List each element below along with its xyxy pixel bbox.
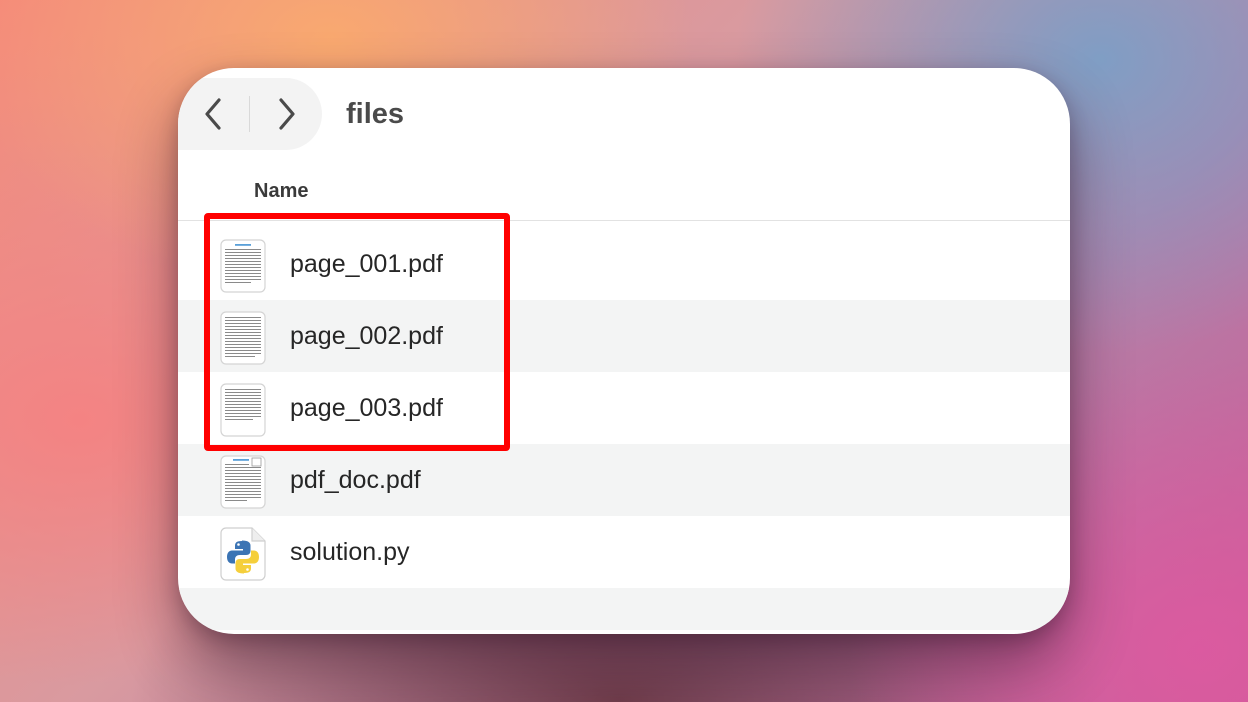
- toolbar: files: [178, 68, 1070, 164]
- file-name: page_001.pdf: [290, 250, 443, 278]
- file-name: pdf_doc.pdf: [290, 466, 421, 494]
- file-row-page-001[interactable]: page_001.pdf: [178, 228, 1070, 300]
- pdf-document-icon: [220, 311, 266, 365]
- pdf-document-icon: [220, 239, 266, 293]
- forward-button[interactable]: [266, 94, 306, 134]
- finder-window: files Name page_001.pdf page_002.pdf pag…: [178, 68, 1070, 634]
- pdf-document-icon: [220, 383, 266, 437]
- navigation-controls: [178, 78, 322, 150]
- file-row-page-002[interactable]: page_002.pdf: [178, 300, 1070, 372]
- chevron-left-icon: [205, 98, 221, 130]
- file-list: page_001.pdf page_002.pdf page_003.pdf p…: [178, 228, 1070, 630]
- column-header-name[interactable]: Name: [254, 180, 308, 203]
- back-button[interactable]: [194, 94, 234, 134]
- file-name: page_003.pdf: [290, 394, 443, 422]
- chevron-right-icon: [279, 98, 295, 130]
- file-row-page-003[interactable]: page_003.pdf: [178, 372, 1070, 444]
- file-row-solution-py[interactable]: solution.py: [178, 516, 1070, 588]
- file-row-pdf-doc[interactable]: pdf_doc.pdf: [178, 444, 1070, 516]
- folder-title: files: [346, 98, 405, 130]
- pdf-document-icon: [220, 455, 266, 509]
- file-name: page_002.pdf: [290, 322, 443, 350]
- empty-row: [178, 588, 1070, 630]
- file-name: solution.py: [290, 538, 410, 566]
- nav-divider: [249, 96, 250, 132]
- python-file-icon: [220, 527, 266, 581]
- column-header-row: Name: [178, 168, 1070, 221]
